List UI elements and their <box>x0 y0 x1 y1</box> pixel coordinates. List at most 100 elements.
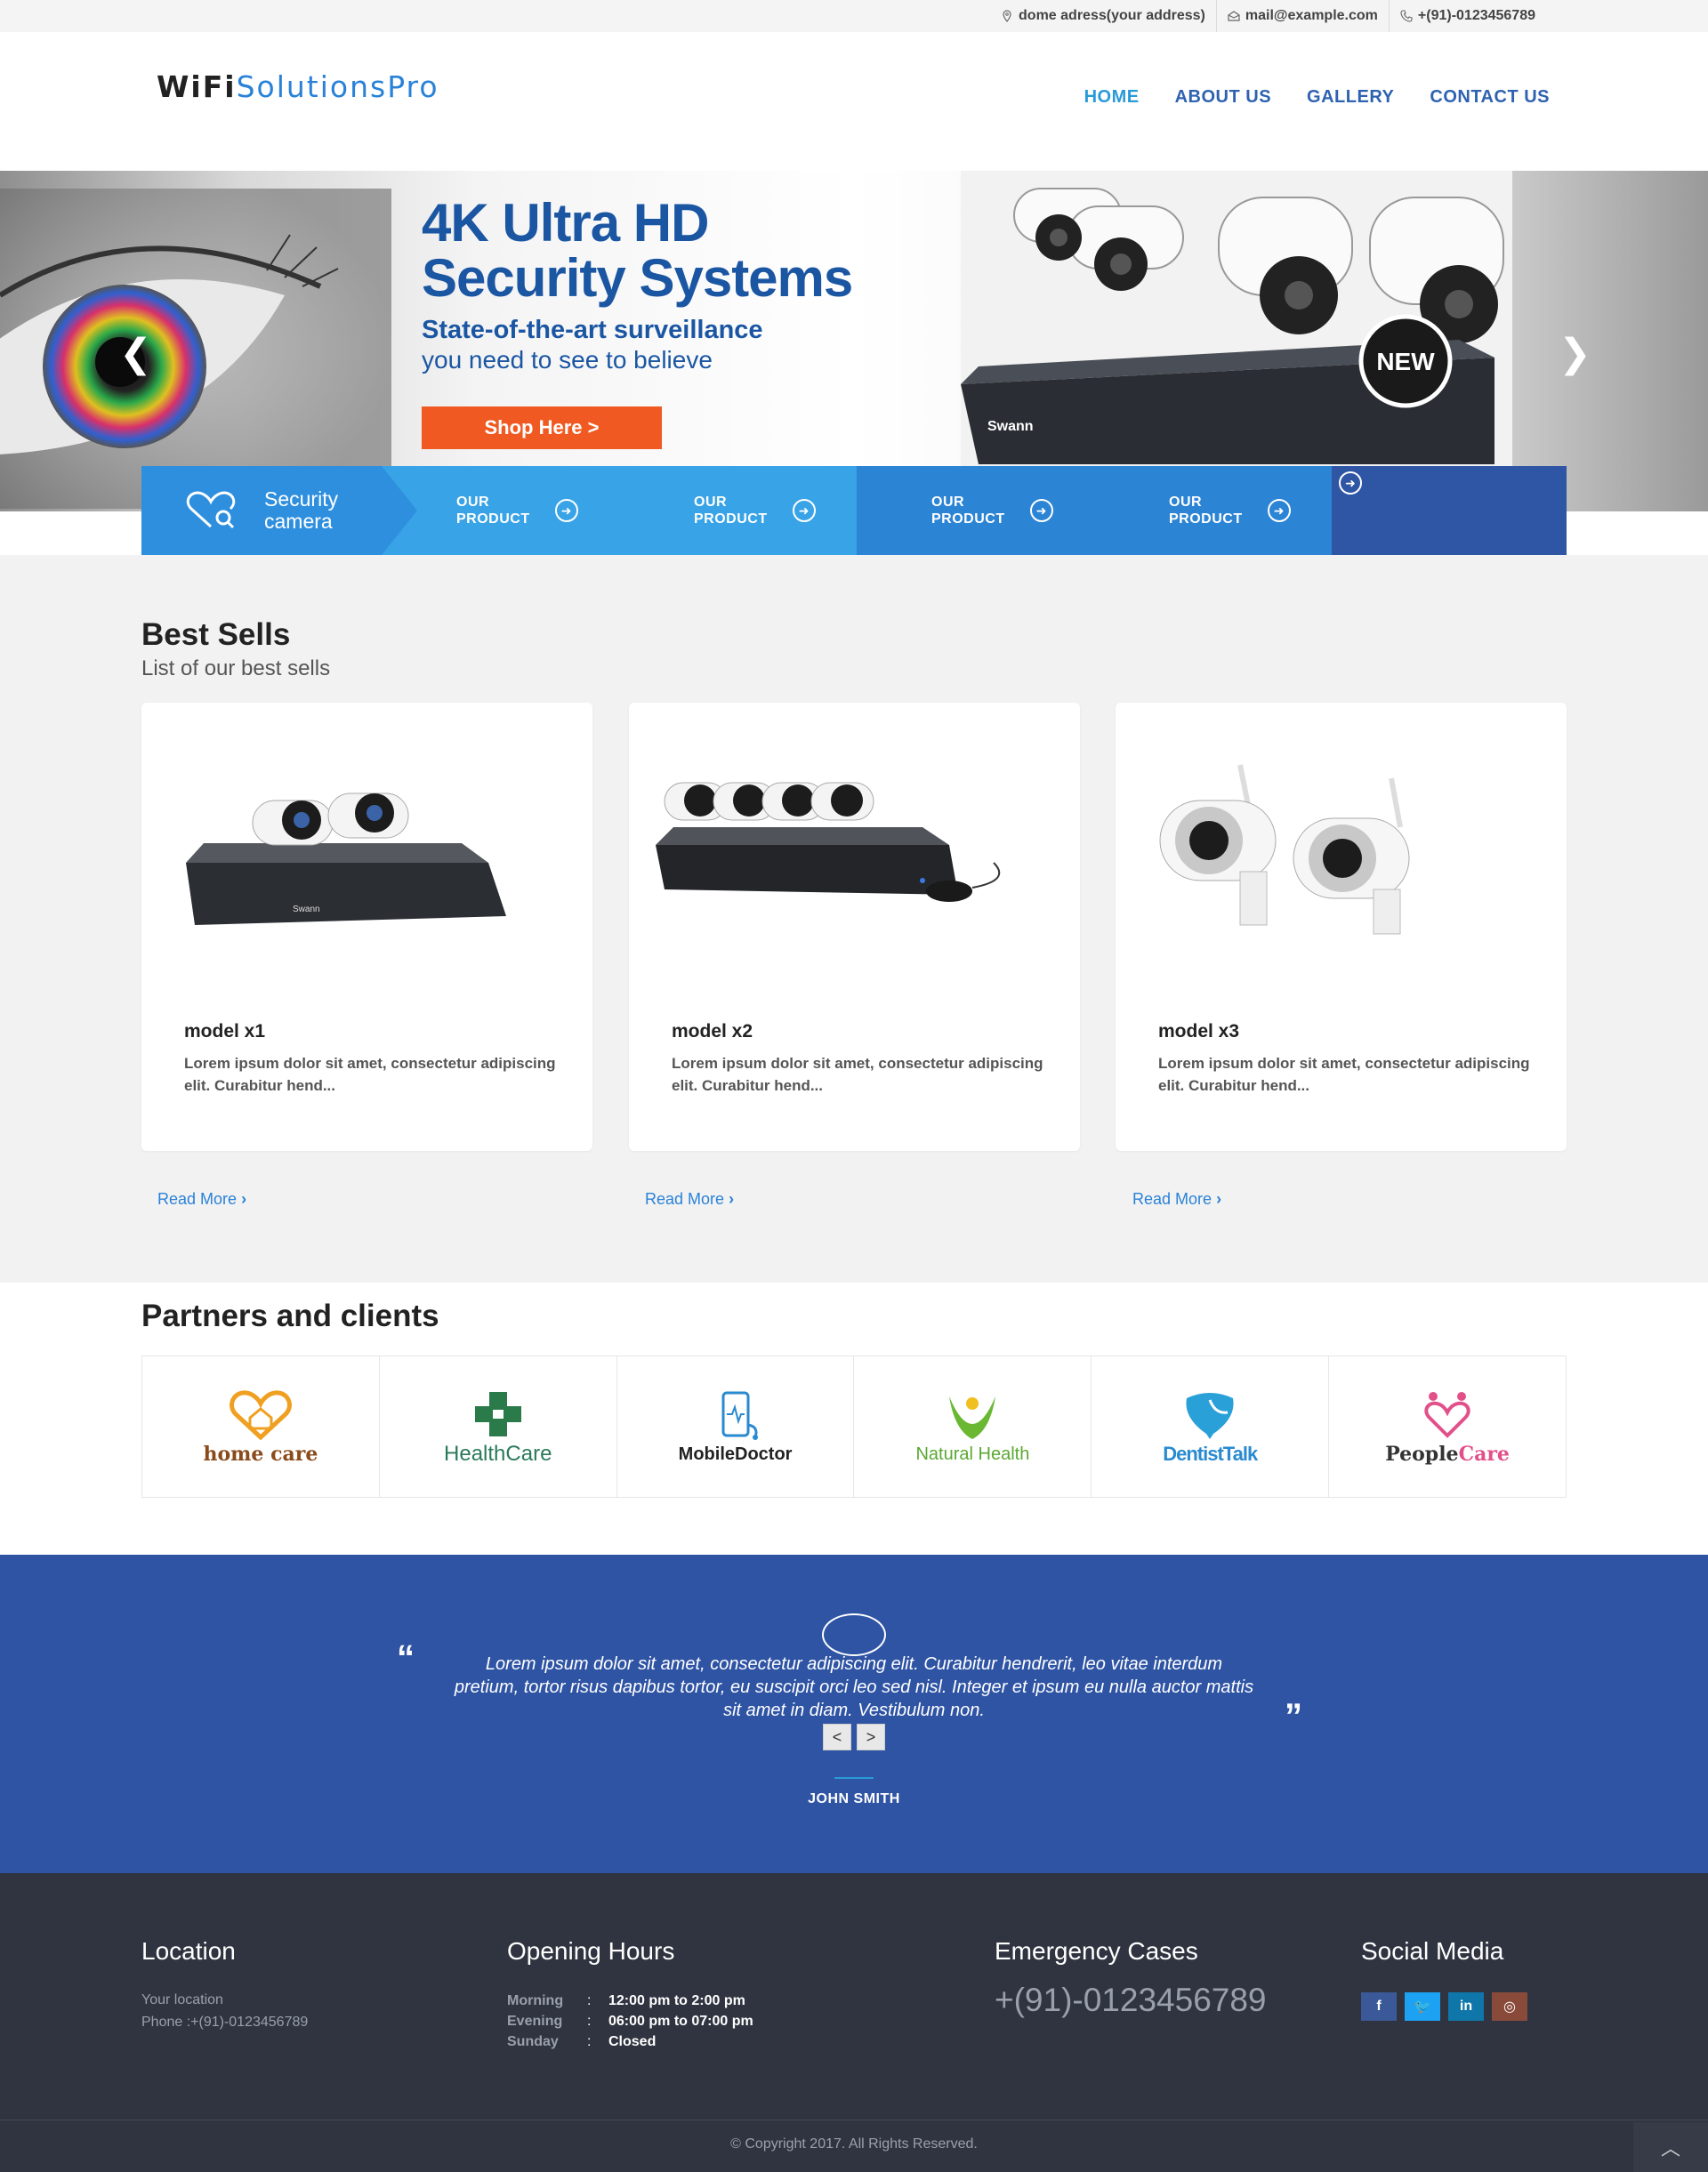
facebook-icon[interactable]: f <box>1361 1992 1397 2021</box>
twitter-icon[interactable]: 🐦 <box>1405 1992 1440 2021</box>
linkedin-icon[interactable]: in <box>1448 1992 1484 2021</box>
partner-logos: home care HealthCare MobileDoctor Natura… <box>141 1355 1567 1498</box>
footer-location-info: Your location Phone :+(91)-0123456789 <box>141 1989 308 2033</box>
strip-security-camera-label: Security camera <box>264 488 338 533</box>
nav-contact-us[interactable]: CONTACT US <box>1430 87 1550 108</box>
read-more-text: Read More <box>645 1190 725 1208</box>
arrow-circle-icon: ➜ <box>792 499 816 522</box>
hero-subtitle-1: State-of-the-art surveillance <box>422 316 763 344</box>
partner-home-care[interactable]: home care <box>142 1356 380 1497</box>
read-more-link-3[interactable]: Read More › <box>1132 1190 1221 1209</box>
best-sells-title: Best Sells <box>141 617 291 652</box>
strip-item-4[interactable]: OUR PRODUCT ➜ <box>1094 466 1332 555</box>
hours-colon: : <box>587 1993 592 2008</box>
strip-item-label: OUR PRODUCT <box>694 494 768 527</box>
chevron-right-icon: › <box>1216 1190 1222 1208</box>
testimonial-prev-button[interactable]: < <box>823 1724 851 1750</box>
arrow-circle-icon: ➜ <box>1029 499 1053 522</box>
partner-natural-health[interactable]: Natural Health <box>854 1356 1092 1497</box>
hours-time: 06:00 pm to 07:00 pm <box>608 2014 753 2029</box>
best-sells-section: Best Sells List of our best sells Swann … <box>0 555 1708 1283</box>
top-bar-email[interactable]: mail@example.com <box>1215 0 1389 32</box>
close-quote-icon: ” <box>1285 1697 1302 1736</box>
svg-text:Swann: Swann <box>293 905 320 914</box>
top-bar-phone[interactable]: +(91)-0123456789 <box>1388 0 1546 32</box>
social-links: f 🐦 in ◎ <box>1361 1992 1535 2021</box>
author-divider <box>834 1777 874 1779</box>
product-image-dvr-4cam <box>656 782 1000 902</box>
top-bar: dome adress(your address) mail@example.c… <box>0 0 1708 32</box>
strip-item-label: OUR PRODUCT <box>1169 494 1243 527</box>
hours-row: Morning: 12:00 pm to 2:00 pm <box>507 1991 753 2011</box>
strip-item-3[interactable]: OUR PRODUCT ➜ <box>857 466 1094 555</box>
top-bar-contacts: dome adress(your address) mail@example.c… <box>990 0 1546 32</box>
hours-day: Evening <box>507 2014 563 2029</box>
strip-item-line2: PRODUCT <box>694 511 768 527</box>
best-sells-subtitle: List of our best sells <box>141 656 331 680</box>
phone-text: +(91)-0123456789 <box>1417 8 1535 23</box>
read-more-link-2[interactable]: Read More › <box>645 1190 734 1209</box>
nav-gallery[interactable]: GALLERY <box>1307 87 1394 108</box>
partner-name: HealthCare <box>444 1442 552 1466</box>
eye-image <box>0 189 391 509</box>
strip-item-1[interactable]: OUR PRODUCT ➜ <box>382 466 619 555</box>
medical-cross-icon <box>474 1392 521 1436</box>
read-more-text: Read More <box>1132 1190 1213 1208</box>
strip-item-label: OUR PRODUCT <box>456 494 530 527</box>
main-nav: HOME ABOUT US GALLERY CONTACT US <box>1049 87 1550 108</box>
partner-name: PeopleCare <box>1385 1443 1510 1466</box>
product-card-3[interactable]: model x3 Lorem ipsum dolor sit amet, con… <box>1116 703 1567 1151</box>
top-bar-address: dome adress(your address) <box>990 0 1216 32</box>
site-logo[interactable]: WiFiSolutionsPro <box>157 69 439 104</box>
product-name: model x3 <box>1158 1021 1240 1042</box>
logo-solutionspro: SolutionsPro <box>236 69 439 104</box>
tooth-bubble-icon <box>1186 1393 1234 1439</box>
strip-item-2[interactable]: OUR PRODUCT ➜ <box>619 466 857 555</box>
partner-name-people: People <box>1385 1443 1459 1466</box>
partner-name: MobileDoctor <box>678 1444 793 1464</box>
read-more-link-1[interactable]: Read More › <box>157 1190 246 1209</box>
hero-title: 4K Ultra HD Security Systems <box>422 196 853 306</box>
email-text: mail@example.com <box>1245 8 1378 23</box>
arrow-circle-icon: ➜ <box>1267 499 1291 522</box>
product-card-2[interactable]: model x2 Lorem ipsum dolor sit amet, con… <box>629 703 1080 1151</box>
nav-home[interactable]: HOME <box>1084 87 1140 108</box>
strip-item-line2: PRODUCT <box>1169 511 1243 527</box>
instagram-icon[interactable]: ◎ <box>1492 1992 1527 2021</box>
partner-peoplecare[interactable]: PeopleCare <box>1329 1356 1566 1497</box>
partners-title: Partners and clients <box>141 1299 439 1333</box>
emergency-phone[interactable]: +(91)-0123456789 <box>995 1982 1267 2019</box>
arrow-circle-icon: ➜ <box>1339 471 1362 495</box>
scroll-to-top-button[interactable]: ︿ <box>1633 2122 1708 2172</box>
shop-here-button[interactable]: Shop Here > <box>422 406 662 449</box>
speech-bubble-icon <box>822 1613 886 1656</box>
testimonial-next-button[interactable]: > <box>857 1724 885 1750</box>
hero-subtitle-2: you need to see to believe <box>422 346 713 374</box>
strip-security-camera[interactable]: Security camera <box>141 466 417 555</box>
leaf-person-icon <box>949 1396 996 1439</box>
heart-house-icon <box>230 1390 292 1441</box>
strip-item-5[interactable]: ➜ <box>1332 466 1567 555</box>
copyright-text: © Copyright 2017. All Rights Reserved. <box>730 2136 978 2152</box>
footer-social-title: Social Media <box>1361 1937 1504 1965</box>
phone-icon <box>1400 10 1413 22</box>
partner-name-care: Care <box>1458 1443 1510 1466</box>
envelope-icon <box>1228 11 1240 21</box>
partner-mobiledoctor[interactable]: MobileDoctor <box>617 1356 855 1497</box>
new-badge: NEW <box>1376 348 1435 375</box>
nav-about-us[interactable]: ABOUT US <box>1175 87 1271 108</box>
product-card-1[interactable]: Swann model x1 Lorem ipsum dolor sit ame… <box>141 703 592 1151</box>
product-image-wifi-cams <box>1159 764 1410 935</box>
product-name: model x2 <box>672 1021 753 1042</box>
slider-prev-arrow[interactable]: ❮ <box>119 331 152 376</box>
partner-healthcare[interactable]: HealthCare <box>380 1356 617 1497</box>
partner-dentisttalk[interactable]: DentistTalk <box>1092 1356 1330 1497</box>
partner-name: DentistTalk <box>1163 1443 1258 1465</box>
footer-location-title: Location <box>141 1937 236 1965</box>
strip-item-line2: PRODUCT <box>931 511 1005 527</box>
slider-next-arrow[interactable]: ❯ <box>1559 331 1591 376</box>
read-more-text: Read More <box>157 1190 238 1208</box>
partners-section: Partners and clients home care HealthCar… <box>0 1283 1708 1555</box>
product-description: Lorem ipsum dolor sit amet, consectetur … <box>184 1055 556 1094</box>
product-image-dvr-2cam: Swann <box>186 792 506 925</box>
